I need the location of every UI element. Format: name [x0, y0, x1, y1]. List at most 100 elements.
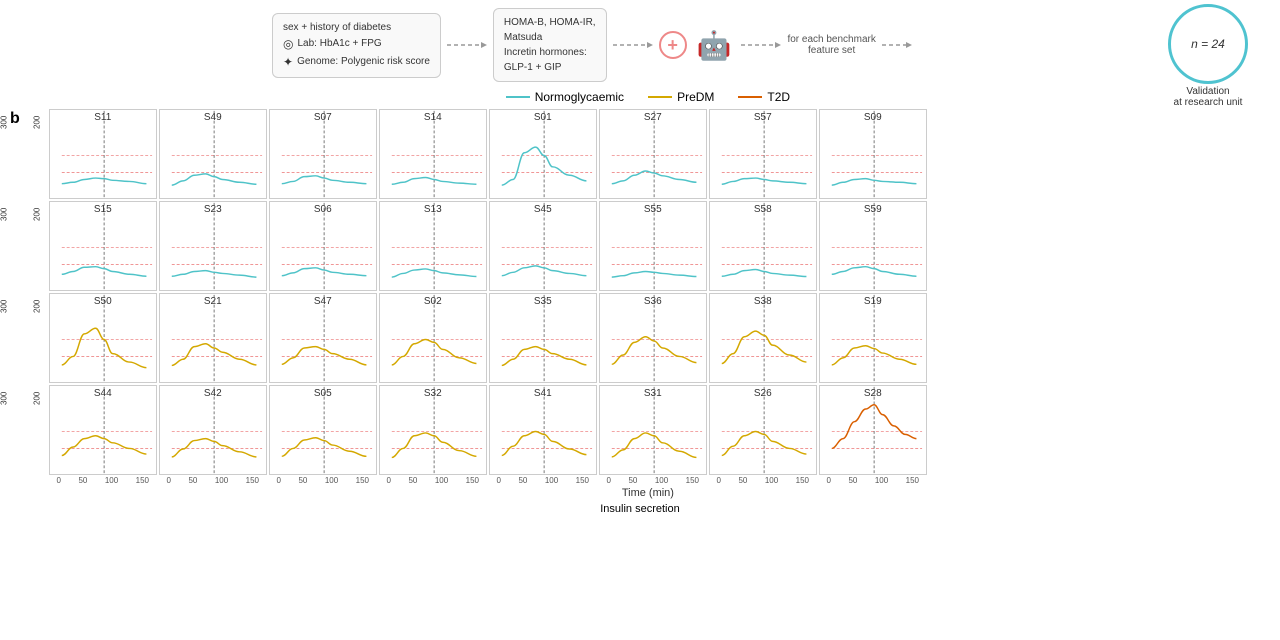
chart-title-S23: S23: [204, 204, 222, 215]
x-axis-row: 0 50 100 150 0 50 100 150 0 50 100 150 0 50 100 150 0 50 1…: [26, 476, 1270, 485]
mini-chart-S26: S26: [709, 385, 817, 475]
chart-title-S21: S21: [204, 296, 222, 307]
legend: Normoglycaemic PreDM T2D: [26, 90, 1270, 104]
legend-predm: PreDM: [648, 90, 714, 104]
chart-title-S32: S32: [424, 388, 442, 399]
mini-chart-S27: S27: [599, 109, 707, 199]
mini-chart-S14: S14: [379, 109, 487, 199]
chart-title-S01: S01: [534, 112, 552, 123]
x-tick-label: 150: [686, 476, 699, 485]
x-tick-group-3: 0 50 100 150: [378, 476, 488, 485]
mini-chart-S50: S50: [49, 293, 157, 383]
x-tick-label: 0: [387, 476, 391, 485]
chart-title-S41: S41: [534, 388, 552, 399]
y-axis-label: 300200100: [26, 108, 48, 200]
x-tick-label: 0: [57, 476, 61, 485]
chart-title-S19: S19: [864, 296, 882, 307]
mini-chart-S42: S42: [159, 385, 267, 475]
x-tick-label: 0: [607, 476, 611, 485]
chart-title-S57: S57: [754, 112, 772, 123]
chart-title-S06: S06: [314, 204, 332, 215]
mini-chart-S07: S07: [269, 109, 377, 199]
benchmark-label: for each benchmarkfeature set: [787, 34, 875, 56]
chart-title-S38: S38: [754, 296, 772, 307]
mini-chart-S45: S45: [489, 201, 597, 291]
mini-chart-S01: S01: [489, 109, 597, 199]
x-tick-label: 50: [408, 476, 417, 485]
x-tick-label: 0: [497, 476, 501, 485]
x-tick-label: 0: [717, 476, 721, 485]
x-tick-label: 100: [875, 476, 888, 485]
legend-t2d: T2D: [738, 90, 790, 104]
chart-title-S26: S26: [754, 388, 772, 399]
chart-title-S49: S49: [204, 112, 222, 123]
mini-chart-S06: S06: [269, 201, 377, 291]
x-tick-label: 150: [246, 476, 259, 485]
mini-chart-S23: S23: [159, 201, 267, 291]
grid-cells-row-0: S11S49S07S14S01S27S57S09: [48, 108, 1270, 200]
x-tick-group-6: 0 50 100 150: [708, 476, 818, 485]
chart-row-2: 300200100S50 S21 S47 S02 S35 S36 S38 S19: [26, 292, 1270, 384]
y-axis-label: 300200100: [26, 200, 48, 292]
legend-normoglycaemic-label: Normoglycaemic: [535, 90, 624, 104]
chart-title-S31: S31: [644, 388, 662, 399]
x-tick-label: 100: [435, 476, 448, 485]
chart-row-3: 300200100S44S42S05S32S41S31S26S28: [26, 384, 1270, 476]
x-tick-label: 50: [848, 476, 857, 485]
chart-title-S15: S15: [94, 204, 112, 215]
x-tick-group-5: 0 50 100 150: [598, 476, 708, 485]
chart-title-S35: S35: [534, 296, 552, 307]
grid-cells-row-1: S15S23S06S13S45S55S58S59: [48, 200, 1270, 292]
bottom-label: Insulin secretion: [0, 503, 1280, 515]
x-tick-group-2: 050100150: [268, 476, 378, 485]
x-tick-label: 0: [277, 476, 281, 485]
mini-chart-S35: S35: [489, 293, 597, 383]
mini-chart-S05: S05: [269, 385, 377, 475]
x-tick-label: 50: [738, 476, 747, 485]
x-tick-group-1: 050100150: [158, 476, 268, 485]
y-axis-label: 300200100: [26, 292, 48, 384]
x-tick-label: 100: [215, 476, 228, 485]
x-tick-label: 150: [906, 476, 919, 485]
legend-predm-label: PreDM: [677, 90, 714, 104]
legend-normoglycaemic: Normoglycaemic: [506, 90, 624, 104]
x-tick-label: 150: [576, 476, 589, 485]
x-tick-label: 100: [765, 476, 778, 485]
grid-cells-row-2: S50 S21 S47 S02 S35 S36 S38 S19: [48, 292, 1270, 384]
chart-title-S14: S14: [424, 112, 442, 123]
mini-chart-S11: S11: [49, 109, 157, 199]
mini-chart-S15: S15: [49, 201, 157, 291]
chart-title-S02: S02: [424, 296, 442, 307]
chart-title-S44: S44: [94, 388, 112, 399]
x-tick-label: 150: [796, 476, 809, 485]
mini-chart-S31: S31: [599, 385, 707, 475]
x-tick-label: 150: [136, 476, 149, 485]
mini-chart-S02: S02: [379, 293, 487, 383]
x-tick-group-0: 0 50 100 150: [48, 476, 158, 485]
chart-area: Normoglycaemic PreDM T2D 300200100S11S49…: [26, 90, 1270, 499]
x-tick-label: 50: [78, 476, 87, 485]
chart-row-0: 300200100S11S49S07S14S01S27S57S09: [26, 108, 1270, 200]
y-axis-label: 300200100: [26, 384, 48, 476]
x-tick-label: 100: [105, 476, 118, 485]
grid-container: 300200100S11S49S07S14S01S27S57S093002001…: [26, 108, 1270, 476]
chart-title-S07: S07: [314, 112, 332, 123]
mini-chart-S59: S59: [819, 201, 927, 291]
x-tick-label: 50: [628, 476, 637, 485]
x-tick-label: 0: [167, 476, 171, 485]
validation-circle: n = 24: [1168, 4, 1248, 84]
x-axis-title: Time (min): [26, 487, 1270, 499]
chart-row-1: 300200100S15S23S06S13S45S55S58S59: [26, 200, 1270, 292]
x-tick-label: 0: [827, 476, 831, 485]
mini-chart-S47: S47: [269, 293, 377, 383]
x-tick-label: 100: [655, 476, 668, 485]
x-tick-label: 150: [466, 476, 479, 485]
chart-title-S13: S13: [424, 204, 442, 215]
x-tick-label: 100: [545, 476, 558, 485]
mini-chart-S21: S21: [159, 293, 267, 383]
chart-title-S36: S36: [644, 296, 662, 307]
validation-n: n = 24: [1191, 37, 1225, 51]
chart-title-S47: S47: [314, 296, 332, 307]
x-tick-label: 50: [298, 476, 307, 485]
mini-chart-S55: S55: [599, 201, 707, 291]
